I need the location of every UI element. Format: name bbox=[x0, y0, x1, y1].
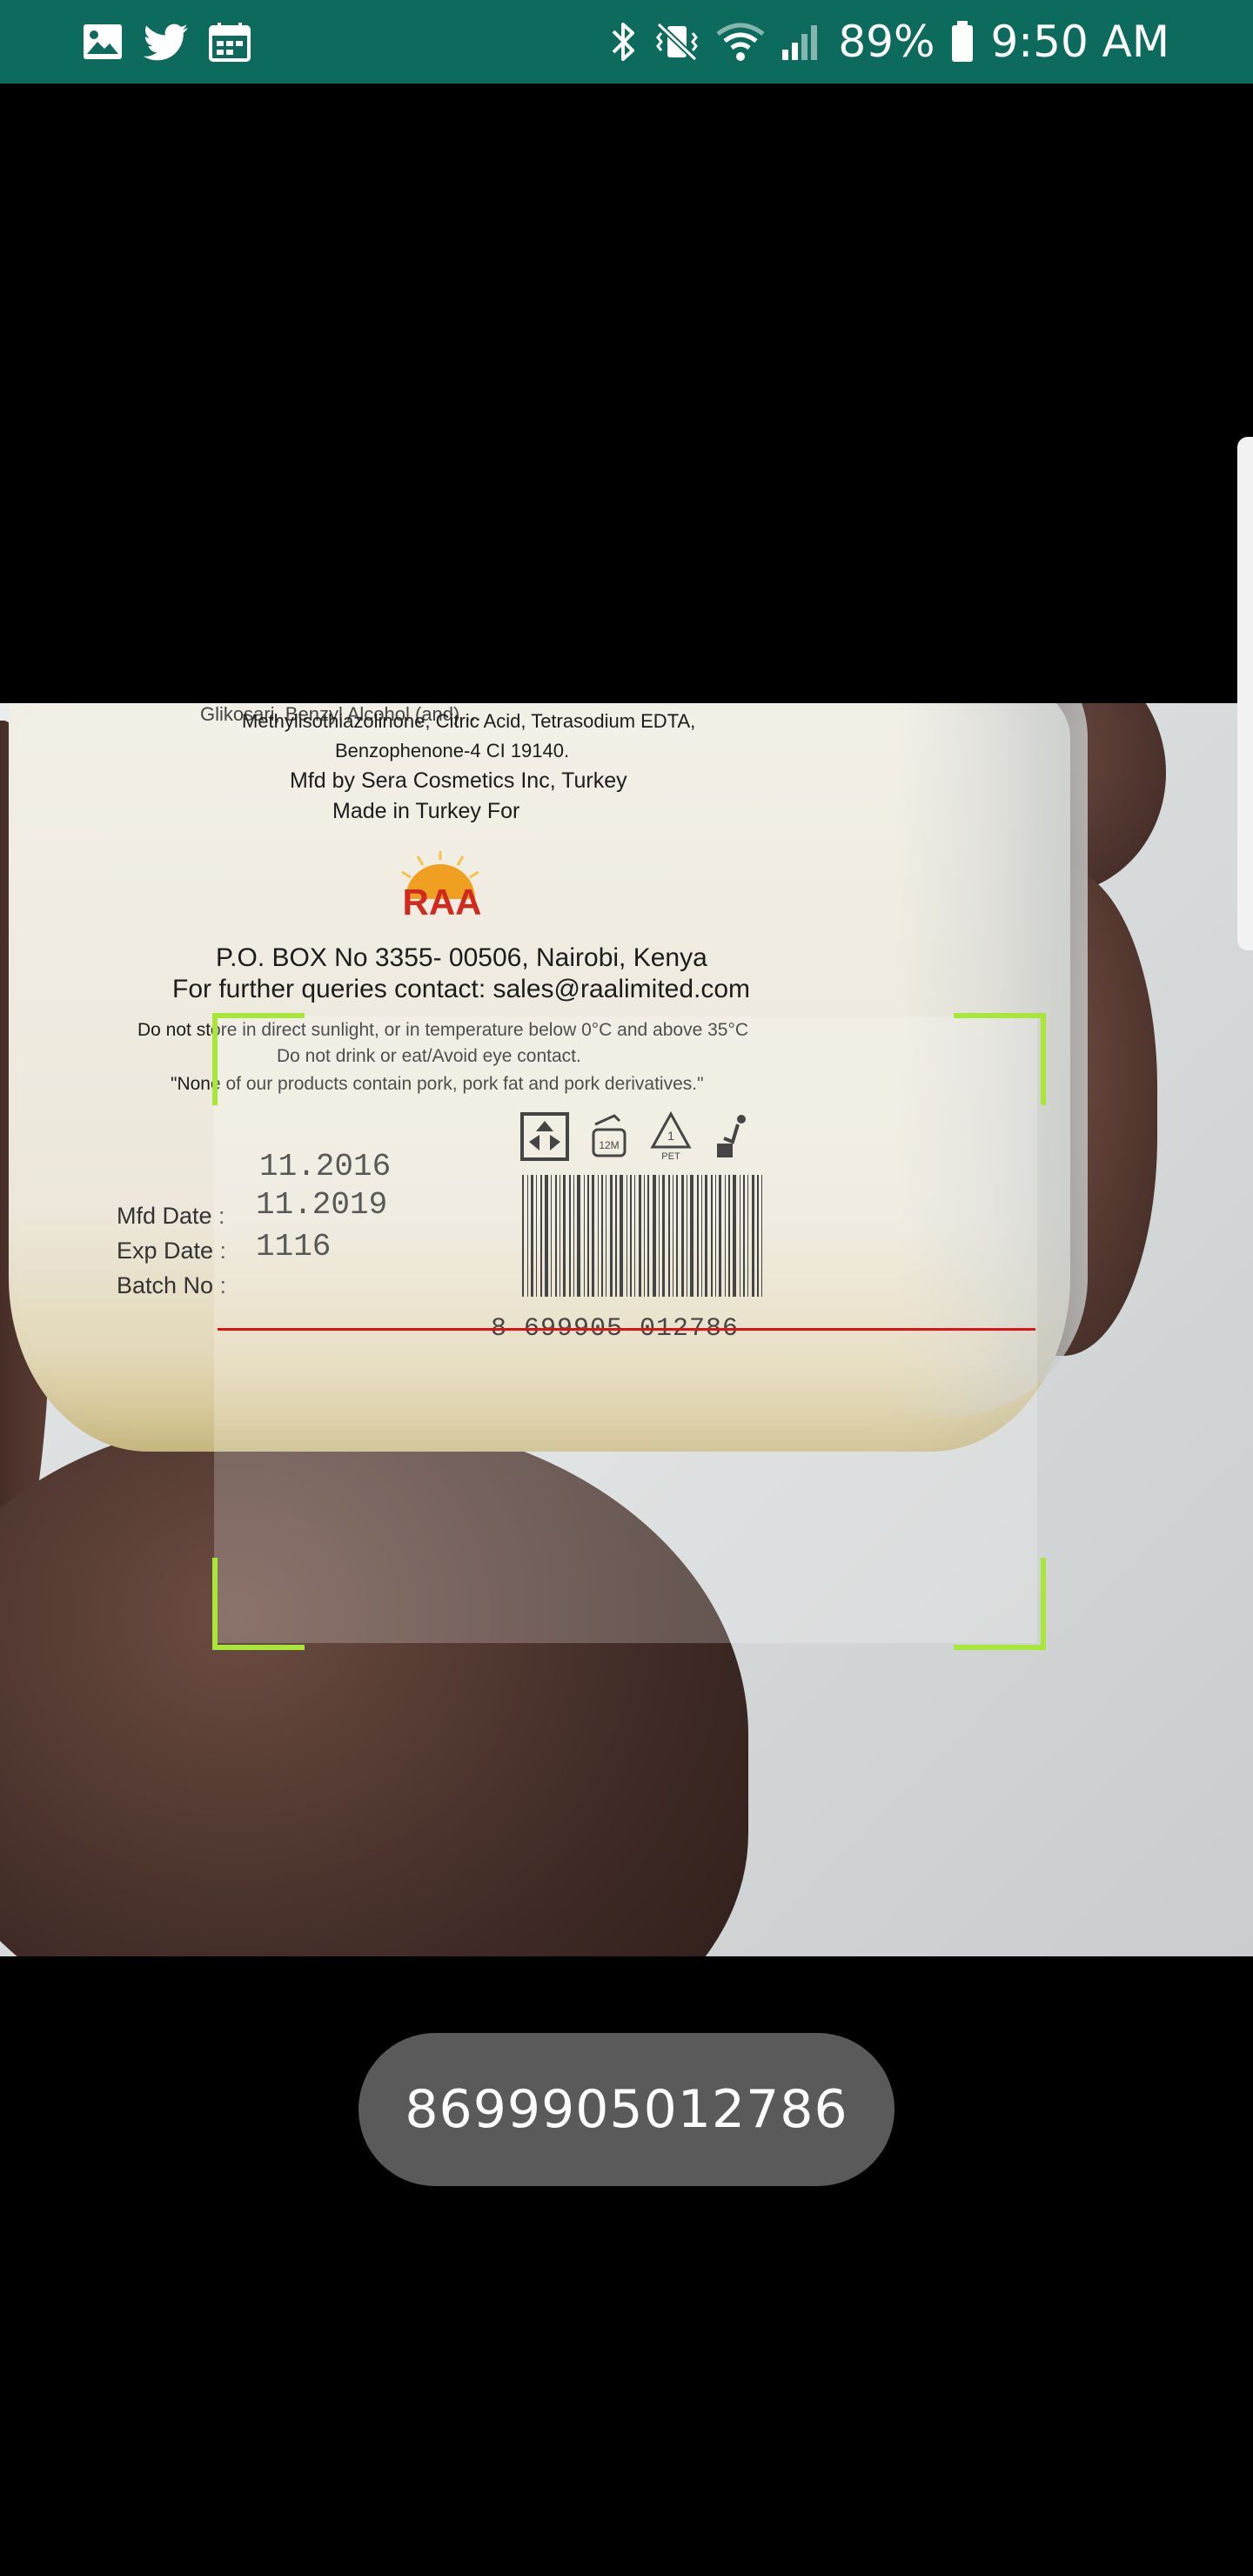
scan-corner-bottom-right bbox=[954, 1558, 1046, 1650]
scan-corner-top-left bbox=[212, 1013, 305, 1105]
status-bar: 89% 9:50 AM bbox=[0, 0, 1253, 84]
exp-date-label: Exp Date : bbox=[117, 1238, 227, 1264]
label-line: Methylisothiazolinone, Citric Acid, Tetr… bbox=[242, 710, 696, 732]
scan-corner-top-right bbox=[954, 1013, 1046, 1105]
gallery-icon bbox=[82, 23, 124, 61]
signal-icon bbox=[781, 22, 822, 62]
label-line: Mfd by Sera Cosmetics Inc, Turkey bbox=[290, 768, 627, 793]
mfd-date-label: Mfd Date : bbox=[117, 1203, 225, 1229]
wifi-icon bbox=[716, 22, 765, 62]
scan-result-chip[interactable]: 8699905012786 bbox=[358, 2033, 895, 2186]
scan-corner-bottom-left bbox=[212, 1558, 305, 1650]
address-text: P.O. BOX No 3355- 00506, Nairobi, Kenya bbox=[216, 943, 707, 972]
batch-no-label: Batch No : bbox=[117, 1272, 227, 1298]
notification-icons bbox=[82, 19, 251, 64]
label-line: Made in Turkey For bbox=[332, 799, 520, 823]
scan-result-value: 8699905012786 bbox=[405, 2079, 848, 2140]
twitter-icon bbox=[143, 23, 190, 61]
scan-laser-line bbox=[218, 1328, 1035, 1331]
battery-icon bbox=[950, 20, 975, 64]
brand-name: RAA bbox=[402, 882, 482, 922]
system-status: 89% 9:50 AM bbox=[610, 12, 1169, 71]
clock: 9:50 AM bbox=[990, 17, 1169, 67]
calendar-icon bbox=[209, 22, 251, 62]
vibrate-mute-icon bbox=[653, 21, 700, 63]
battery-percent: 89% bbox=[838, 17, 935, 67]
edge-panel-handle[interactable] bbox=[1237, 437, 1253, 950]
label-line: Benzophenone-4 CI 19140. bbox=[335, 740, 570, 761]
contact-text: For further queries contact: sales@raali… bbox=[172, 975, 751, 1003]
bluetooth-icon bbox=[610, 21, 638, 63]
